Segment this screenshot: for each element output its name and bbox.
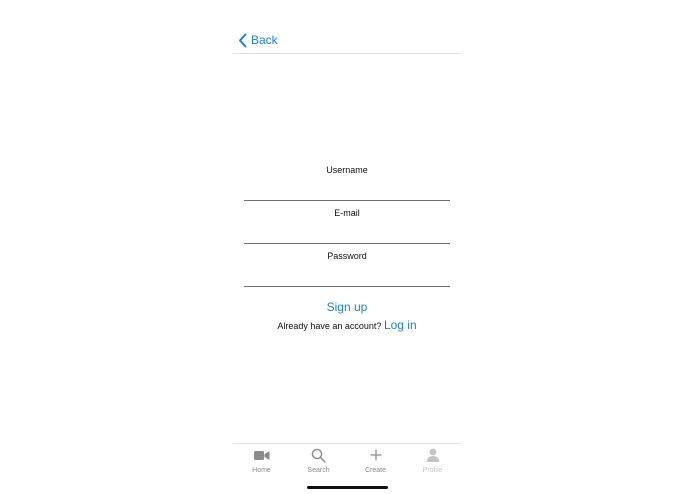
username-field: Username [244, 164, 450, 201]
search-icon [311, 448, 326, 463]
back-label: Back [251, 33, 278, 47]
tab-home-label: Home [252, 467, 271, 474]
email-label: E-mail [334, 208, 360, 218]
tab-search[interactable]: Search [290, 444, 347, 484]
tab-search-label: Search [307, 467, 330, 474]
username-label: Username [326, 165, 368, 175]
tab-create[interactable]: Create [347, 444, 404, 484]
back-button[interactable]: Back [238, 31, 278, 49]
login-row: Already have an account? Log in [233, 318, 461, 333]
signup-screen: Back Username E-mail Password Sign up Al… [233, 0, 461, 494]
password-label: Password [327, 251, 367, 261]
tab-profile-label: Profile [422, 467, 443, 474]
tab-bar: Home Search Create Profile [233, 443, 461, 484]
chevron-left-icon [239, 33, 247, 47]
tab-create-label: Create [364, 467, 386, 474]
login-prompt: Already have an account? [277, 321, 382, 331]
username-input[interactable] [244, 180, 450, 198]
signup-button[interactable]: Sign up [233, 299, 461, 315]
email-input[interactable] [244, 223, 450, 241]
person-icon [426, 448, 439, 462]
navigation-bar: Back [233, 27, 461, 54]
login-link[interactable]: Log in [384, 318, 417, 332]
tab-home[interactable]: Home [233, 444, 290, 484]
tab-profile[interactable]: Profile [404, 444, 461, 484]
plus-icon [369, 449, 382, 461]
email-field: E-mail [244, 207, 450, 244]
home-indicator [307, 486, 388, 489]
video-camera-icon [253, 450, 269, 460]
password-field: Password [244, 250, 450, 287]
password-input[interactable] [244, 266, 450, 284]
